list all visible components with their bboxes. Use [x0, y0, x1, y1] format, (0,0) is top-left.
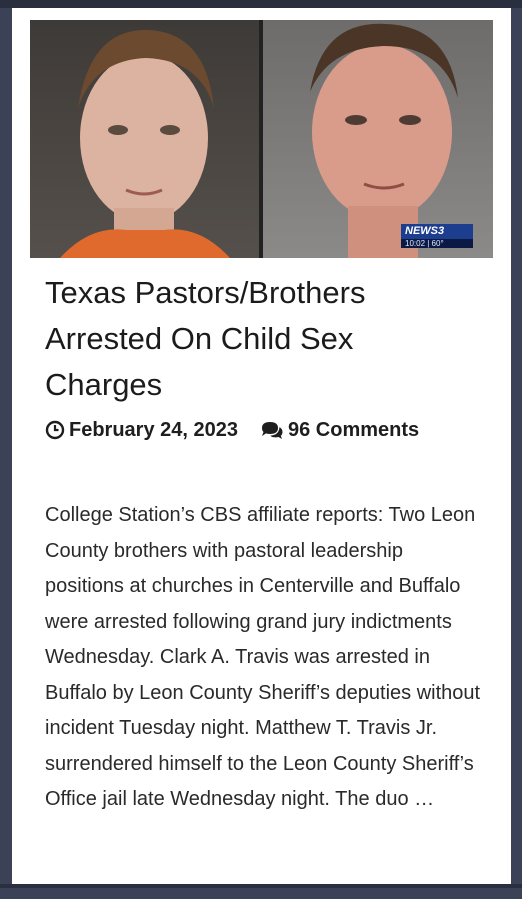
clock-icon	[45, 420, 65, 440]
mugshot-image	[30, 20, 493, 258]
article-title[interactable]: Texas Pastors/Brothers Arrested On Child…	[45, 270, 475, 408]
bottom-divider	[0, 884, 522, 888]
status-bar	[0, 0, 522, 8]
comments-icon	[262, 422, 283, 439]
badge-info: 10:02 | 60°	[401, 239, 473, 248]
date-meta: February 24, 2023	[45, 419, 238, 442]
article-excerpt: College Station’s CBS affiliate reports:…	[45, 504, 481, 810]
article-card[interactable]: NEWS3 10:02 | 60° Texas Pastors/Brothers…	[12, 8, 511, 886]
news-badge: NEWS3 10:02 | 60°	[401, 224, 473, 250]
article-date: February 24, 2023	[69, 418, 238, 441]
article-photo[interactable]: NEWS3 10:02 | 60°	[30, 20, 493, 258]
badge-brand: NEWS3	[401, 224, 473, 239]
article-meta: February 24, 2023 96 Comments	[45, 417, 419, 443]
comments-count[interactable]: 96 Comments	[288, 419, 419, 442]
comments-meta[interactable]: 96 Comments	[260, 419, 419, 442]
